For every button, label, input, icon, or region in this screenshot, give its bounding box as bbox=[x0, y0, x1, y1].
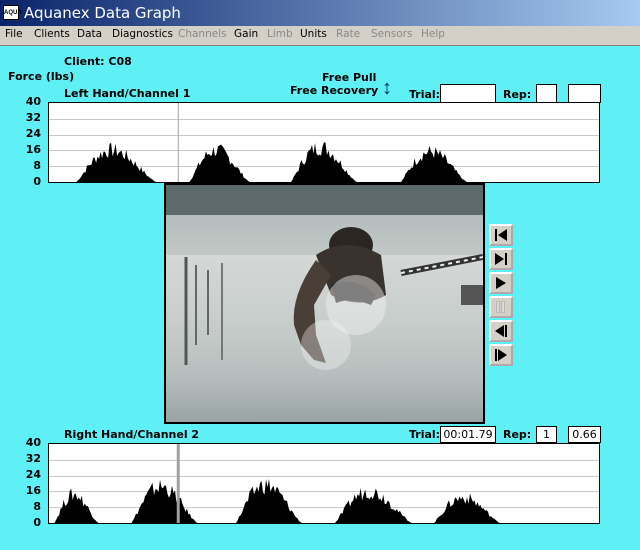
force-unit-label: Force (lbs) bbox=[8, 70, 75, 83]
menu-file[interactable]: File bbox=[5, 28, 23, 40]
top-trial-field[interactable] bbox=[440, 84, 496, 103]
menu-diagnostics[interactable]: Diagnostics bbox=[112, 28, 173, 40]
bottom-channel-label: Right Hand/Channel 2 bbox=[64, 428, 200, 441]
right-hand-force-chart[interactable] bbox=[48, 443, 600, 524]
menu-bar: File Clients Data Diagnostics Channels G… bbox=[0, 26, 640, 46]
bottom-rep-label: Rep: bbox=[503, 428, 532, 441]
top-rep-label: Rep: bbox=[503, 88, 532, 101]
y-tick: 40 bbox=[25, 436, 41, 449]
y-tick: 16 bbox=[25, 143, 41, 156]
top-trial-label: Trial: bbox=[409, 88, 441, 101]
menu-clients[interactable]: Clients bbox=[34, 28, 70, 40]
bottom-extra-field[interactable]: 0.66 bbox=[568, 426, 601, 443]
step-back-icon[interactable] bbox=[489, 320, 513, 342]
force-peak-1 bbox=[76, 143, 157, 182]
top-rep-field[interactable] bbox=[536, 84, 557, 103]
y-tick: 32 bbox=[25, 452, 41, 465]
y-tick: 0 bbox=[33, 516, 41, 529]
y-tick: 8 bbox=[33, 159, 41, 172]
menu-rate[interactable]: Rate bbox=[336, 28, 360, 40]
skip-start-icon[interactable] bbox=[489, 224, 513, 246]
step-forward-icon[interactable] bbox=[489, 344, 513, 366]
menu-channels[interactable]: Channels bbox=[178, 28, 227, 40]
menu-sensors[interactable]: Sensors bbox=[371, 28, 412, 40]
mode-free-pull: Free Pull bbox=[322, 71, 377, 84]
force-peak-3 bbox=[236, 479, 302, 523]
menu-gain[interactable]: Gain bbox=[234, 28, 258, 40]
y-tick: 0 bbox=[33, 175, 41, 188]
y-tick: 8 bbox=[33, 500, 41, 513]
top-channel-label: Left Hand/Channel 1 bbox=[64, 87, 191, 100]
title-bar: AQUA Aquanex Data Graph bbox=[0, 0, 640, 26]
window-title: Aquanex Data Graph bbox=[24, 4, 181, 22]
menu-help[interactable]: Help bbox=[421, 28, 445, 40]
mode-free-recovery: Free Recovery bbox=[290, 84, 379, 97]
app-icon: AQUA bbox=[3, 5, 22, 20]
menu-data[interactable]: Data bbox=[77, 28, 102, 40]
bottom-trial-field[interactable]: 00:01.79 bbox=[440, 426, 496, 443]
swimmer-video-image bbox=[166, 185, 483, 370]
updown-arrow-icon[interactable]: ↕ bbox=[382, 77, 392, 100]
force-peak-1 bbox=[54, 488, 99, 523]
force-peak-3 bbox=[291, 142, 357, 182]
play-icon[interactable] bbox=[489, 272, 513, 294]
video-frame[interactable] bbox=[164, 183, 485, 424]
bottom-trial-label: Trial: bbox=[409, 428, 441, 441]
y-tick: 24 bbox=[25, 468, 41, 481]
force-peak-4 bbox=[401, 145, 467, 182]
right-hand-waveform bbox=[49, 444, 599, 523]
top-extra-field[interactable] bbox=[568, 84, 601, 103]
left-hand-force-chart[interactable] bbox=[48, 102, 600, 183]
bottom-rep-field[interactable]: 1 bbox=[536, 426, 557, 443]
y-tick: 40 bbox=[25, 95, 41, 108]
menu-limb[interactable]: Limb bbox=[267, 28, 293, 40]
y-tick: 16 bbox=[25, 484, 41, 497]
y-tick: 32 bbox=[25, 111, 41, 124]
client-label: Client: C08 bbox=[64, 55, 132, 68]
menu-units[interactable]: Units bbox=[300, 28, 327, 40]
y-tick: 24 bbox=[25, 127, 41, 140]
force-peak-2 bbox=[131, 479, 198, 523]
left-hand-waveform bbox=[49, 103, 599, 182]
force-peak-5 bbox=[434, 493, 500, 523]
pause-icon[interactable] bbox=[489, 296, 513, 318]
play-slow-icon[interactable] bbox=[489, 248, 513, 270]
force-peak-4 bbox=[335, 488, 412, 523]
